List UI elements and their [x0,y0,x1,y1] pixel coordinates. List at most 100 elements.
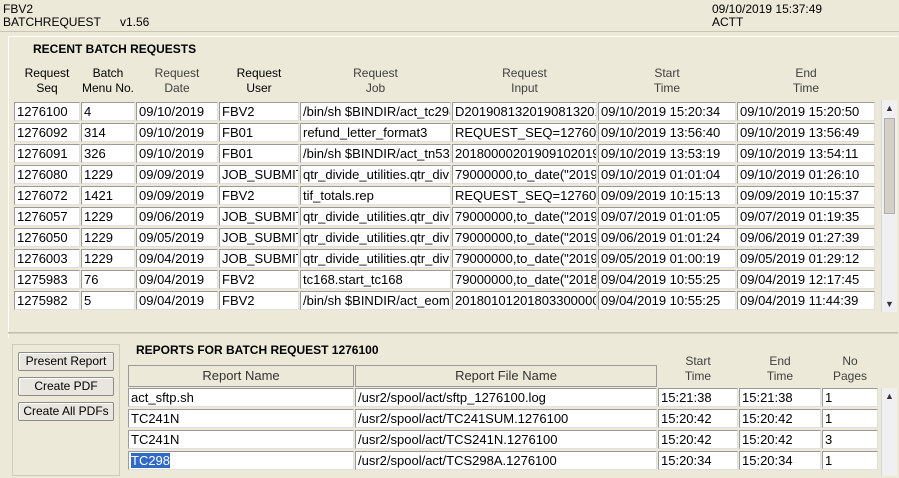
reports-scrollbar[interactable]: ▲ [881,388,897,476]
recent-cell-start[interactable]: 09/04/2019 10:55:25 [598,270,736,289]
recent-cell-end[interactable]: 09/09/2019 10:15:37 [737,186,875,205]
report-cell-file[interactable]: /usr2/spool/act/TC241SUM.1276100 [355,409,657,428]
recent-cell-user[interactable]: FBV2 [219,270,299,289]
recent-cell-user[interactable]: JOB_SUBMIT [219,228,299,247]
recent-cell-date[interactable]: 09/06/2019 [136,207,218,226]
report-cell-end[interactable]: 15:20:42 [739,430,821,449]
report-cell-file[interactable]: /usr2/spool/act/TCS298A.1276100 [355,451,657,470]
recent-cell-job[interactable]: qtr_divide_utilities.qtr_div [300,165,451,184]
report-cell-file[interactable]: /usr2/spool/act/sftp_1276100.log [355,388,657,407]
recent-cell-job[interactable]: /bin/sh $BINDIR/act_tc298 [300,102,451,121]
recent-cell-user[interactable]: JOB_SUBMIT [219,249,299,268]
recent-cell-seq[interactable]: 1276080 [14,165,80,184]
recent-cell-date[interactable]: 09/05/2019 [136,228,218,247]
recent-cell-input[interactable]: REQUEST_SEQ=1276072 [452,186,597,205]
scroll-down-arrow-icon[interactable]: ▼ [882,296,897,312]
recent-cell-menu[interactable]: 326 [81,144,135,163]
recent-cell-end[interactable]: 09/10/2019 13:56:49 [737,123,875,142]
report-cell-name[interactable]: TC241N [128,409,354,428]
recent-cell-end[interactable]: 09/06/2019 01:27:39 [737,228,875,247]
scroll-up-arrow-icon[interactable]: ▲ [882,100,897,116]
recent-cell-date[interactable]: 09/09/2019 [136,165,218,184]
recent-cell-user[interactable]: FB01 [219,144,299,163]
recent-cell-date[interactable]: 09/10/2019 [136,144,218,163]
report-cell-pages[interactable]: 1 [822,451,878,470]
recent-cell-start[interactable]: 09/10/2019 13:56:40 [598,123,736,142]
recent-cell-job[interactable]: qtr_divide_utilities.qtr_div [300,228,451,247]
recent-cell-input[interactable]: 20180000201909102019 [452,144,597,163]
report-cell-start[interactable]: 15:21:38 [658,388,738,407]
recent-cell-job[interactable]: tif_totals.rep [300,186,451,205]
recent-cell-input[interactable]: 20180101201803300000 [452,291,597,310]
recent-cell-job[interactable]: tc168.start_tc168 [300,270,451,289]
report-cell-pages[interactable]: 3 [822,430,878,449]
report-cell-end[interactable]: 15:21:38 [739,388,821,407]
present-report-button[interactable]: Present Report [18,352,114,371]
recent-cell-end[interactable]: 09/10/2019 13:54:11 [737,144,875,163]
recent-cell-menu[interactable]: 5 [81,291,135,310]
recent-cell-seq[interactable]: 1276091 [14,144,80,163]
report-cell-file[interactable]: /usr2/spool/act/TCS241N.1276100 [355,430,657,449]
recent-cell-seq[interactable]: 1276072 [14,186,80,205]
report-cell-name[interactable]: act_sftp.sh [128,388,354,407]
recent-cell-job[interactable]: /bin/sh $BINDIR/act_eom [300,291,451,310]
recent-cell-input[interactable]: 79000000,to_date("2019 [452,228,597,247]
recent-cell-date[interactable]: 09/04/2019 [136,270,218,289]
recent-cell-menu[interactable]: 4 [81,102,135,121]
selected-report-name[interactable]: TC298 [131,453,171,468]
recent-cell-input[interactable]: 79000000,to_date("2018 [452,270,597,289]
recent-requests-scrollbar[interactable]: ▲ ▼ [881,100,897,312]
recent-cell-user[interactable]: FBV2 [219,186,299,205]
recent-cell-start[interactable]: 09/10/2019 15:20:34 [598,102,736,121]
recent-cell-input[interactable]: 79000000,to_date("2019 [452,249,597,268]
recent-cell-date[interactable]: 09/04/2019 [136,291,218,310]
recent-cell-job[interactable]: /bin/sh $BINDIR/act_tn53 [300,144,451,163]
recent-cell-input[interactable]: 79000000,to_date("2019 [452,165,597,184]
recent-cell-date[interactable]: 09/10/2019 [136,102,218,121]
recent-cell-date[interactable]: 09/09/2019 [136,186,218,205]
recent-cell-date[interactable]: 09/04/2019 [136,249,218,268]
recent-cell-input[interactable]: D20190813201908132019 [452,102,597,121]
recent-cell-start[interactable]: 09/07/2019 01:01:05 [598,207,736,226]
recent-cell-seq[interactable]: 1276003 [14,249,80,268]
report-cell-end[interactable]: 15:20:34 [739,451,821,470]
recent-cell-end[interactable]: 09/10/2019 15:20:50 [737,102,875,121]
report-cell-start[interactable]: 15:20:42 [658,430,738,449]
recent-cell-input[interactable]: 79000000,to_date("2019 [452,207,597,226]
recent-cell-seq[interactable]: 1275983 [14,270,80,289]
scroll-thumb[interactable] [884,118,895,214]
recent-cell-end[interactable]: 09/10/2019 01:26:10 [737,165,875,184]
recent-cell-end[interactable]: 09/04/2019 11:44:39 [737,291,875,310]
recent-cell-menu[interactable]: 76 [81,270,135,289]
recent-cell-input[interactable]: REQUEST_SEQ=1276092 [452,123,597,142]
scroll-up-arrow-icon[interactable]: ▲ [882,388,897,404]
recent-cell-start[interactable]: 09/06/2019 01:01:24 [598,228,736,247]
recent-cell-end[interactable]: 09/05/2019 01:29:12 [737,249,875,268]
recent-cell-end[interactable]: 09/04/2019 12:17:45 [737,270,875,289]
recent-cell-start[interactable]: 09/04/2019 10:55:25 [598,291,736,310]
recent-cell-menu[interactable]: 1421 [81,186,135,205]
create-all-pdfs-button[interactable]: Create All PDFs [18,402,114,421]
recent-cell-menu[interactable]: 1229 [81,249,135,268]
recent-cell-user[interactable]: FBV2 [219,291,299,310]
create-pdf-button[interactable]: Create PDF [18,377,114,396]
recent-cell-date[interactable]: 09/10/2019 [136,123,218,142]
recent-cell-user[interactable]: FB01 [219,123,299,142]
recent-cell-seq[interactable]: 1276092 [14,123,80,142]
recent-cell-user[interactable]: FBV2 [219,102,299,121]
recent-cell-start[interactable]: 09/09/2019 10:15:13 [598,186,736,205]
recent-cell-user[interactable]: JOB_SUBMIT [219,165,299,184]
recent-cell-menu[interactable]: 1229 [81,207,135,226]
recent-cell-job[interactable]: qtr_divide_utilities.qtr_div [300,207,451,226]
recent-cell-seq[interactable]: 1275982 [14,291,80,310]
recent-cell-job[interactable]: refund_letter_format3 [300,123,451,142]
report-cell-name[interactable]: TC298 [128,451,354,470]
report-cell-end[interactable]: 15:20:42 [739,409,821,428]
report-cell-start[interactable]: 15:20:42 [658,409,738,428]
report-cell-pages[interactable]: 1 [822,388,878,407]
recent-cell-start[interactable]: 09/10/2019 01:01:04 [598,165,736,184]
report-cell-start[interactable]: 15:20:34 [658,451,738,470]
recent-cell-menu[interactable]: 1229 [81,228,135,247]
recent-cell-menu[interactable]: 1229 [81,165,135,184]
report-cell-pages[interactable]: 1 [822,409,878,428]
